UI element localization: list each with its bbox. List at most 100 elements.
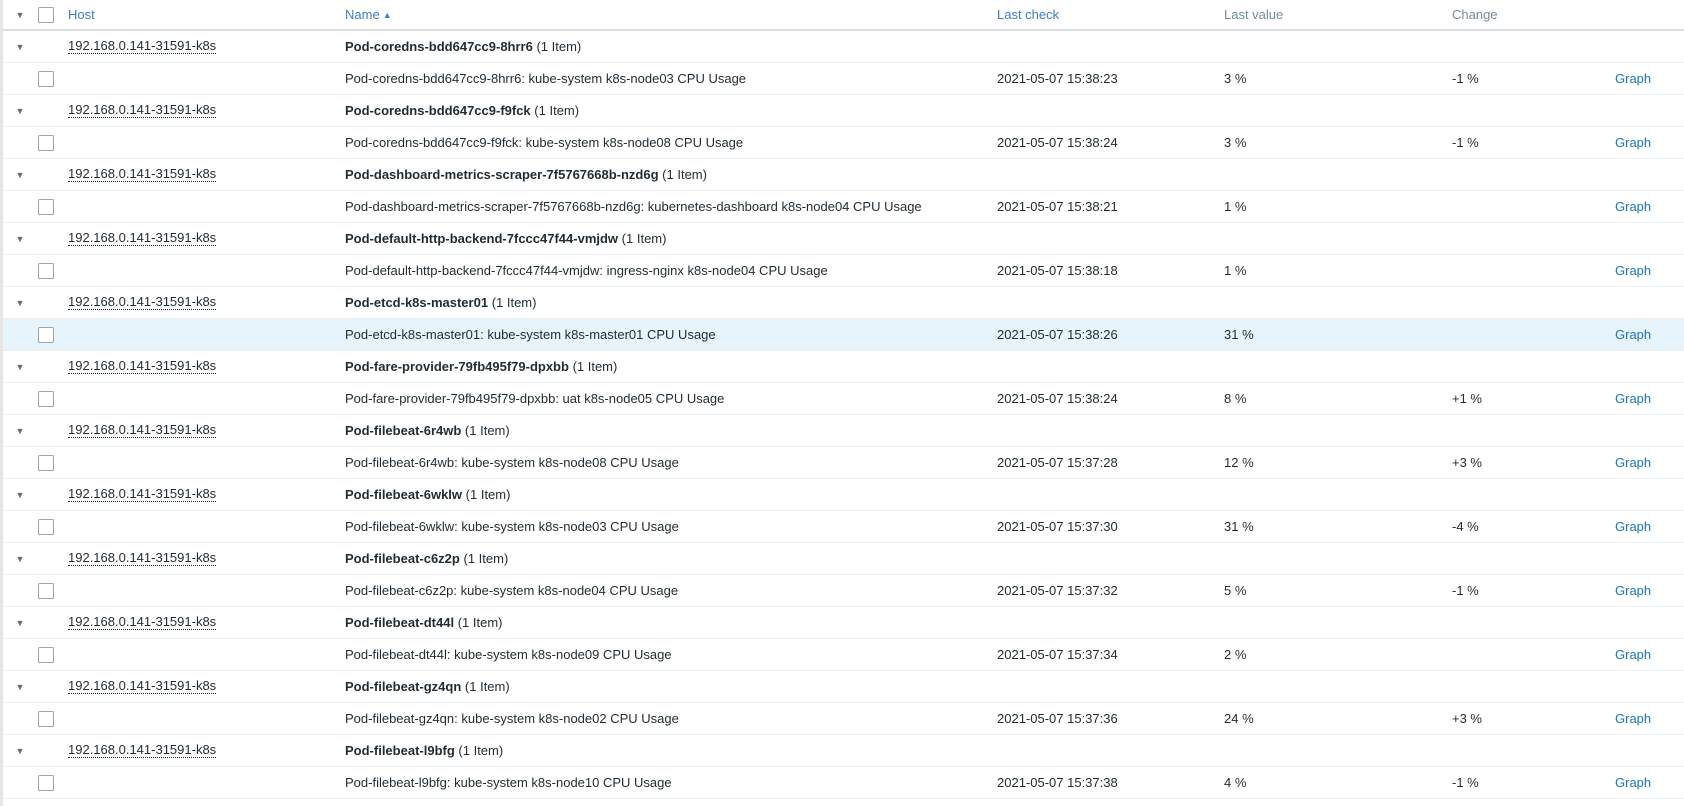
- column-header-last-value: Last value: [1224, 7, 1284, 22]
- graph-link[interactable]: Graph: [1615, 447, 1651, 478]
- graph-link[interactable]: Graph: [1615, 255, 1651, 286]
- column-header-host[interactable]: Host: [68, 0, 95, 29]
- group-item-count: (1 Item): [534, 103, 580, 118]
- group-name: Pod-filebeat-dt44l: [345, 615, 455, 630]
- host-cell: 192.168.0.141-31591-k8s: [68, 607, 217, 638]
- item-checkbox[interactable]: [38, 703, 58, 734]
- graph-link[interactable]: Graph: [1615, 767, 1651, 798]
- graph-link[interactable]: Graph: [1615, 127, 1651, 158]
- group-name: Pod-filebeat-6r4wb: [345, 423, 462, 438]
- host-link[interactable]: 192.168.0.141-31591-k8s: [68, 679, 217, 694]
- group-item-count: (1 Item): [662, 167, 707, 182]
- column-header-change: Change: [1452, 7, 1498, 22]
- item-checkbox[interactable]: [38, 127, 58, 158]
- item-checkbox[interactable]: [38, 639, 58, 670]
- item-checkbox[interactable]: [38, 383, 58, 414]
- graph-link[interactable]: Graph: [1615, 575, 1651, 606]
- group-name-cell: Pod-filebeat-6r4wb (1 Item): [345, 415, 510, 446]
- collapse-group-icon[interactable]: ▼: [13, 607, 27, 638]
- collapse-group-icon[interactable]: ▼: [13, 159, 27, 190]
- graph-link[interactable]: Graph: [1615, 63, 1651, 94]
- item-change: +3 %: [1452, 711, 1482, 726]
- group-item-count: (1 Item): [572, 359, 618, 374]
- item-last-value: 1 %: [1224, 199, 1247, 214]
- item-last-value: 8 %: [1224, 391, 1247, 406]
- item-row: Pod-etcd-k8s-master01: kube-system k8s-m…: [3, 319, 1684, 351]
- column-header-last-check[interactable]: Last check: [997, 0, 1059, 29]
- host-link[interactable]: 192.168.0.141-31591-k8s: [68, 423, 217, 438]
- item-name: Pod-filebeat-6r4wb: kube-system k8s-node…: [345, 455, 679, 470]
- group-name-cell: Pod-filebeat-l9bfg (1 Item): [345, 735, 503, 766]
- item-last-value: 1 %: [1224, 263, 1247, 278]
- latest-data-page: ▼ Host Name ▲ Last check Last value Chang…: [0, 0, 1684, 806]
- item-checkbox[interactable]: [38, 63, 58, 94]
- group-item-count: (1 Item): [465, 487, 511, 502]
- collapse-all-icon[interactable]: ▼: [13, 0, 27, 29]
- item-name: Pod-etcd-k8s-master01: kube-system k8s-m…: [345, 327, 716, 342]
- host-link[interactable]: 192.168.0.141-31591-k8s: [68, 615, 217, 630]
- item-last-check: 2021-05-07 15:37:28: [997, 455, 1118, 470]
- host-cell: 192.168.0.141-31591-k8s: [68, 735, 217, 766]
- group-name-cell: Pod-filebeat-6wklw (1 Item): [345, 479, 510, 510]
- graph-link[interactable]: Graph: [1615, 191, 1651, 222]
- group-row: ▼ 192.168.0.141-31591-k8s Pod-dashboard-me…: [3, 159, 1684, 191]
- sort-asc-icon: ▲: [382, 9, 392, 20]
- graph-link[interactable]: Graph: [1615, 639, 1651, 670]
- collapse-group-icon[interactable]: ▼: [13, 543, 27, 574]
- host-link[interactable]: 192.168.0.141-31591-k8s: [68, 167, 217, 182]
- collapse-group-icon[interactable]: ▼: [13, 671, 27, 702]
- host-link[interactable]: 192.168.0.141-31591-k8s: [68, 551, 217, 566]
- graph-link[interactable]: Graph: [1615, 383, 1651, 414]
- host-cell: 192.168.0.141-31591-k8s: [68, 287, 217, 318]
- item-name: Pod-dashboard-metrics-scraper-7f5767668b…: [345, 199, 922, 214]
- group-name: Pod-filebeat-l9bfg: [345, 743, 455, 758]
- collapse-group-icon[interactable]: ▼: [13, 95, 27, 126]
- host-link[interactable]: 192.168.0.141-31591-k8s: [68, 743, 217, 758]
- graph-link[interactable]: Graph: [1615, 703, 1651, 734]
- collapse-group-icon[interactable]: ▼: [13, 223, 27, 254]
- item-last-check: 2021-05-07 15:37:34: [997, 647, 1118, 662]
- host-link[interactable]: 192.168.0.141-31591-k8s: [68, 295, 217, 310]
- select-all-checkbox[interactable]: [38, 0, 58, 29]
- item-change: -1 %: [1452, 583, 1479, 598]
- host-link[interactable]: 192.168.0.141-31591-k8s: [68, 359, 217, 374]
- graph-link[interactable]: Graph: [1615, 319, 1651, 350]
- item-name: Pod-coredns-bdd647cc9-f9fck: kube-system…: [345, 135, 744, 150]
- group-row: ▼ 192.168.0.141-31591-k8s Pod-default-http…: [3, 223, 1684, 255]
- item-change: -1 %: [1452, 135, 1479, 150]
- collapse-group-icon[interactable]: ▼: [13, 287, 27, 318]
- collapse-group-icon[interactable]: ▼: [13, 479, 27, 510]
- group-row: ▼ 192.168.0.141-31591-k8s Pod-filebeat-dt4…: [3, 607, 1684, 639]
- group-item-count: (1 Item): [463, 551, 509, 566]
- collapse-group-icon[interactable]: ▼: [13, 351, 27, 382]
- host-cell: 192.168.0.141-31591-k8s: [68, 351, 217, 382]
- item-change: -1 %: [1452, 775, 1479, 790]
- item-checkbox[interactable]: [38, 191, 58, 222]
- host-link[interactable]: 192.168.0.141-31591-k8s: [68, 231, 217, 246]
- item-checkbox[interactable]: [38, 319, 58, 350]
- collapse-group-icon[interactable]: ▼: [13, 31, 27, 62]
- column-header-name[interactable]: Name ▲: [345, 0, 392, 29]
- host-link[interactable]: 192.168.0.141-31591-k8s: [68, 487, 217, 502]
- graph-link[interactable]: Graph: [1615, 511, 1651, 542]
- group-row: ▼ 192.168.0.141-31591-k8s Pod-filebeat-6wk…: [3, 479, 1684, 511]
- group-row: ▼ 192.168.0.141-31591-k8s Pod-filebeat-6r4…: [3, 415, 1684, 447]
- item-checkbox[interactable]: [38, 511, 58, 542]
- item-last-check: 2021-05-07 15:37:32: [997, 583, 1118, 598]
- item-row: Pod-filebeat-gz4qn: kube-system k8s-node…: [3, 703, 1684, 735]
- item-row: Pod-dashboard-metrics-scraper-7f5767668b…: [3, 191, 1684, 223]
- group-name: Pod-dashboard-metrics-scraper-7f5767668b…: [345, 167, 659, 182]
- item-last-value: 24 %: [1224, 711, 1254, 726]
- item-checkbox[interactable]: [38, 447, 58, 478]
- item-checkbox[interactable]: [38, 575, 58, 606]
- item-checkbox[interactable]: [38, 767, 58, 798]
- collapse-group-icon[interactable]: ▼: [13, 415, 27, 446]
- collapse-group-icon[interactable]: ▼: [13, 735, 27, 766]
- item-row: Pod-default-http-backend-7fccc47f44-vmjd…: [3, 255, 1684, 287]
- item-last-check: 2021-05-07 15:38:21: [997, 199, 1118, 214]
- host-link[interactable]: 192.168.0.141-31591-k8s: [68, 39, 217, 54]
- item-checkbox[interactable]: [38, 255, 58, 286]
- host-link[interactable]: 192.168.0.141-31591-k8s: [68, 103, 217, 118]
- item-last-check: 2021-05-07 15:38:24: [997, 391, 1118, 406]
- group-name-cell: Pod-default-http-backend-7fccc47f44-vmjd…: [345, 223, 666, 254]
